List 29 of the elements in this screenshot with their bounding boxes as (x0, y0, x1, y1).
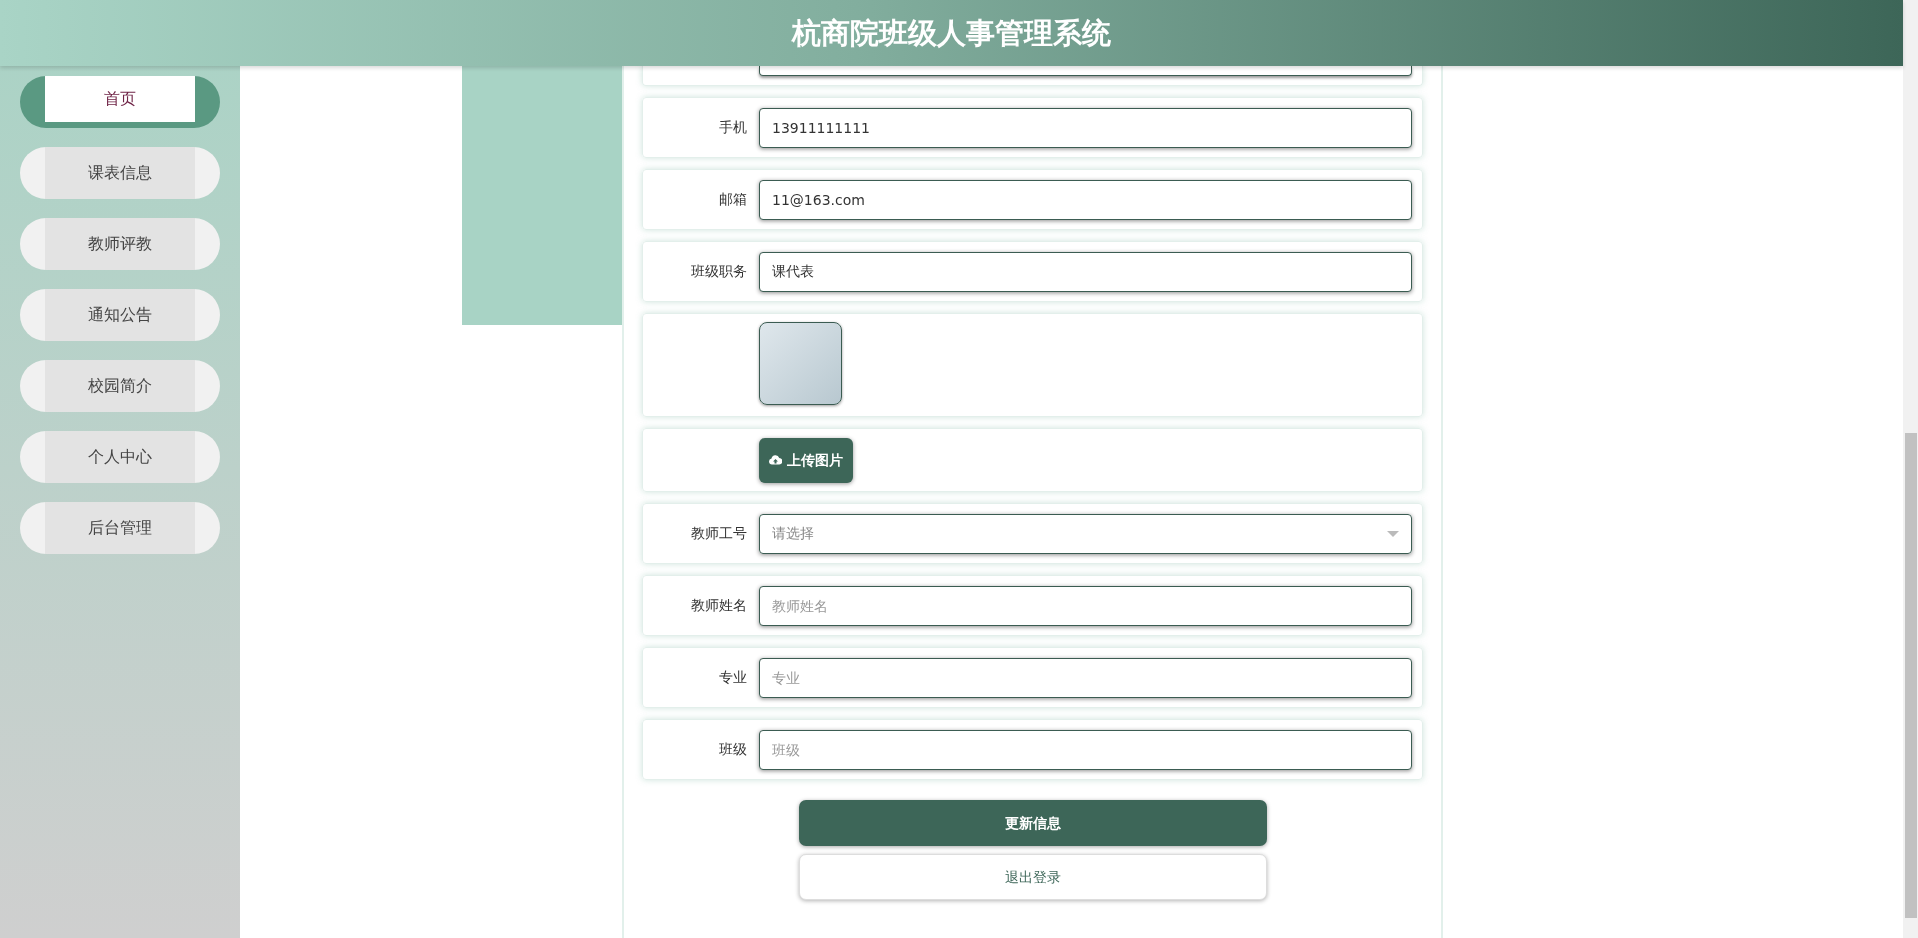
sidebar-item[interactable]: 通知公告 (20, 289, 220, 341)
sidebar-item[interactable]: 教师评教 (20, 218, 220, 270)
cloud-upload-icon (769, 455, 782, 465)
field-label: 邮箱 (718, 190, 748, 209)
field-label: 班级职务 (690, 262, 748, 281)
field-label: 专业 (718, 668, 748, 687)
input-field[interactable]: 13911111111 (759, 107, 1412, 148)
field-label: 手机 (718, 118, 748, 137)
input-field[interactable]: 11@163.com (759, 179, 1412, 220)
sidebar-item[interactable]: 校园简介 (20, 360, 220, 412)
sidebar-item[interactable]: 课表信息 (20, 147, 220, 199)
sidebar-item[interactable]: 首页 (20, 76, 220, 128)
input-field[interactable] (759, 66, 1412, 76)
field-label: 班级 (718, 740, 748, 759)
caret-icon (1387, 530, 1399, 537)
app-title: 杭商院班级人事管理系统 (792, 15, 1111, 51)
field-label: 教师姓名 (690, 596, 748, 615)
input-field[interactable]: 班级 (759, 729, 1412, 770)
select-field[interactable]: 请选择 (759, 513, 1412, 554)
sidebar-item[interactable]: 个人中心 (20, 431, 220, 483)
logout-button[interactable]: 退出登录 (798, 854, 1267, 900)
input-field[interactable]: 专业 (759, 657, 1412, 698)
sidebar-item[interactable]: 后台管理 (20, 502, 220, 554)
update-button[interactable]: 更新信息 (798, 800, 1267, 846)
input-field[interactable]: 课代表 (759, 251, 1412, 292)
scrollbar-thumb[interactable] (1905, 433, 1917, 918)
input-field[interactable]: 教师姓名 (759, 585, 1412, 626)
upload-button[interactable]: 上传图片 (759, 437, 853, 483)
field-label: 教师工号 (690, 524, 748, 543)
